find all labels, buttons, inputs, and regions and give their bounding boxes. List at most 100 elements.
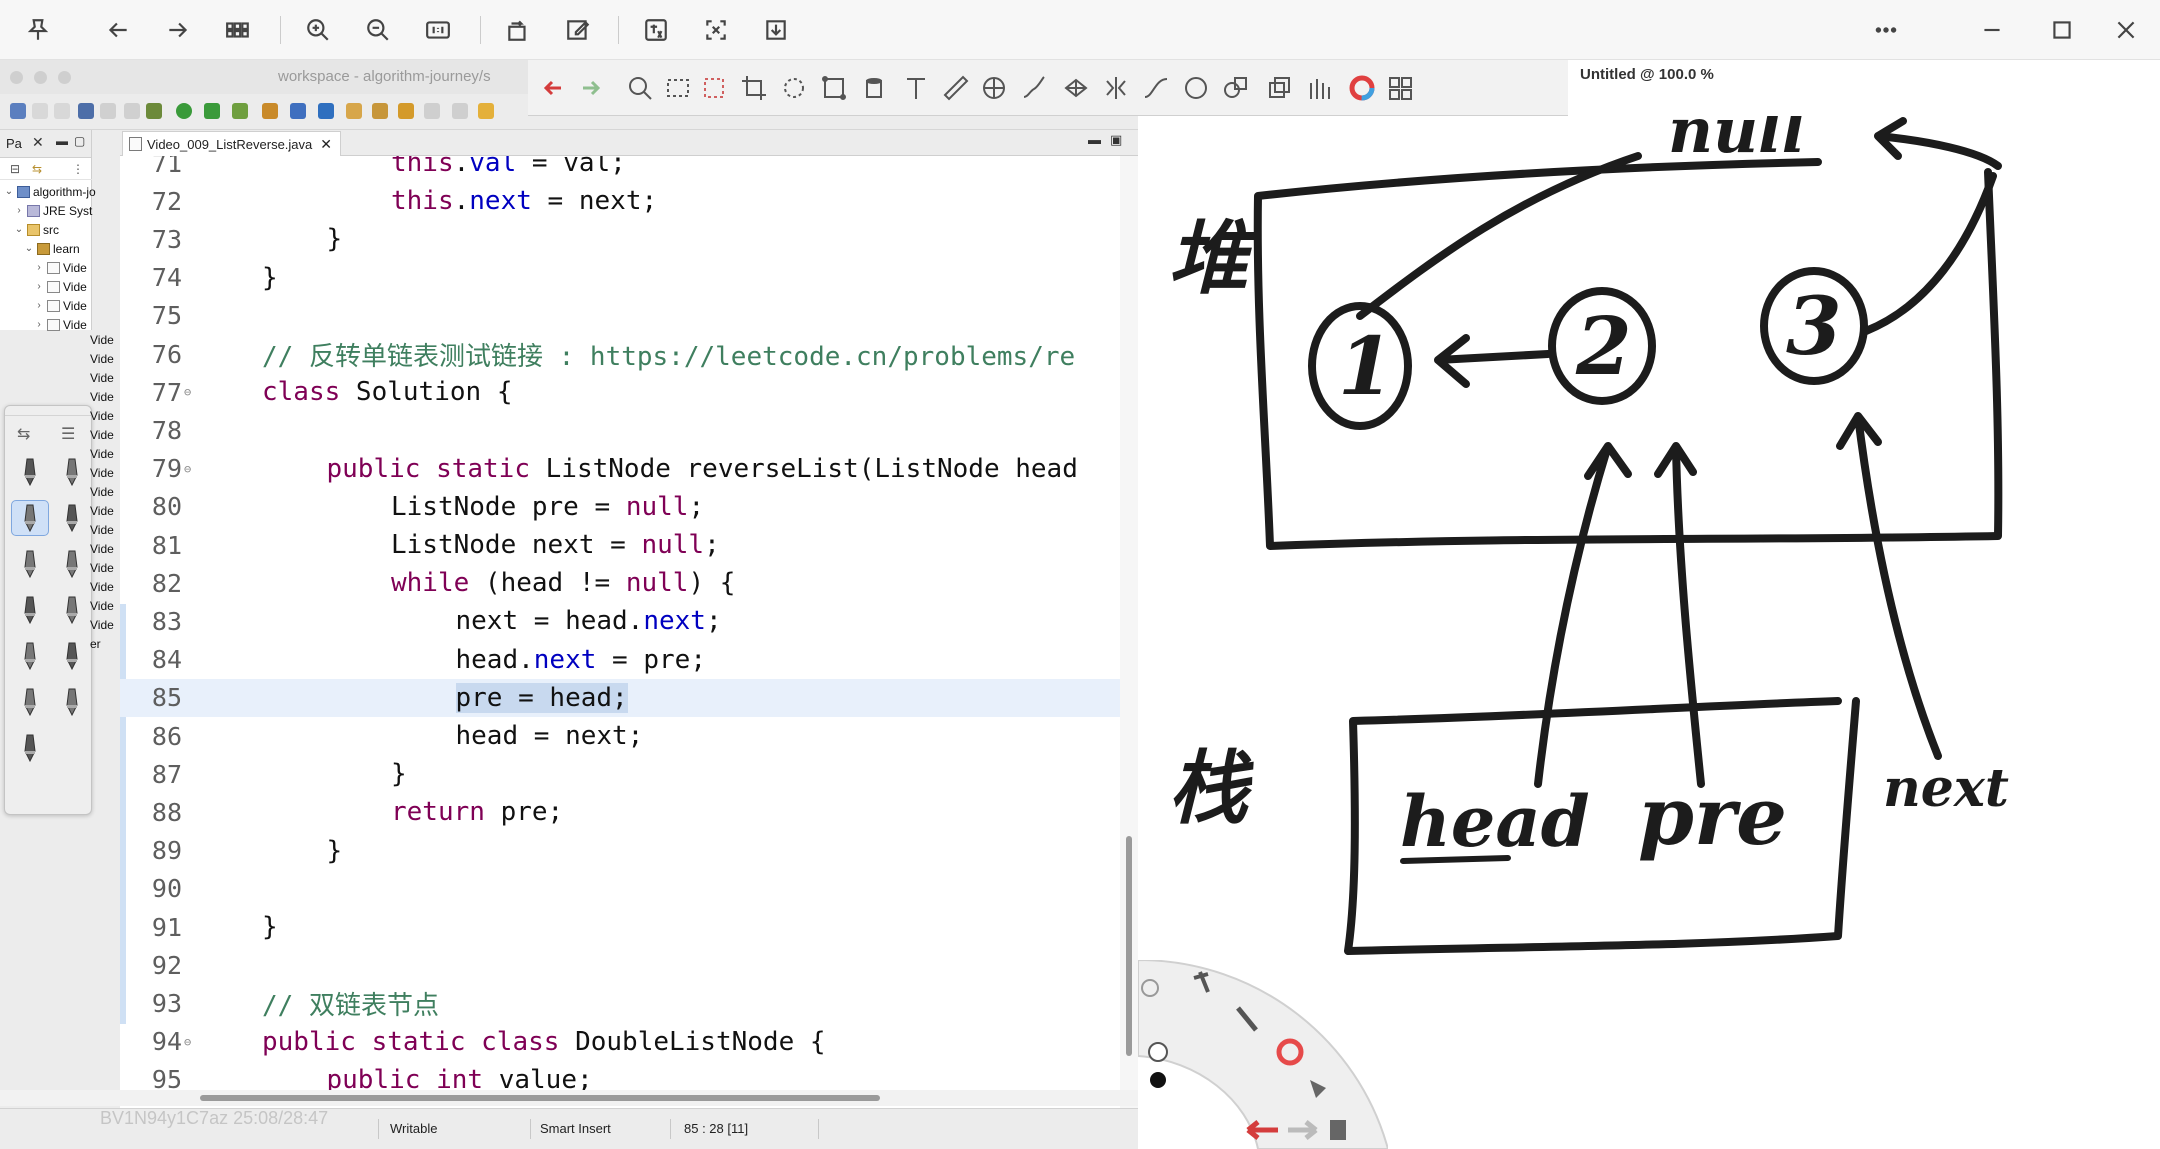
code-line[interactable]: 85 pre = head; <box>120 678 1120 717</box>
ink-color-icon[interactable] <box>1150 1072 1166 1088</box>
transform-icon[interactable] <box>818 72 850 104</box>
tree-item[interactable]: › JRE Syst <box>14 201 92 220</box>
tree-item-label[interactable]: Vide <box>90 368 114 387</box>
chevron-down-icon[interactable]: ⌄ <box>14 224 24 235</box>
tree-item-label[interactable]: Vide <box>90 349 114 368</box>
tree-item[interactable]: ⌄ src <box>14 220 59 239</box>
drop-icon[interactable] <box>53 638 91 674</box>
chevron-right-icon[interactable]: › <box>34 300 44 311</box>
chevron-right-icon[interactable]: › <box>34 281 44 292</box>
technical-pen-icon[interactable] <box>53 546 91 582</box>
close-icon[interactable] <box>2106 10 2146 50</box>
debug-icon[interactable] <box>146 103 162 119</box>
fold-toggle-icon[interactable]: ⊖ <box>184 1035 191 1049</box>
code-line[interactable]: 89} <box>120 832 1120 870</box>
minimize-editor-icon[interactable]: ▬ <box>1088 132 1101 147</box>
new-icon[interactable] <box>10 103 26 119</box>
translate-icon[interactable] <box>636 10 676 50</box>
code-line[interactable]: 76 // 反转单链表测试链接 : https://leetcode.cn/pro… <box>120 335 1120 373</box>
tree-item[interactable]: ⌄ algorithm-jo <box>4 182 96 201</box>
chisel-icon[interactable] <box>11 684 49 720</box>
code-line[interactable]: 84 head.next = pre; <box>120 641 1120 679</box>
close-icon[interactable]: ✕ <box>320 136 332 153</box>
layers-icon[interactable] <box>1264 72 1296 104</box>
coverage-icon[interactable] <box>204 103 220 119</box>
tree-item-label[interactable]: er <box>90 634 101 653</box>
search-file-icon[interactable] <box>398 103 414 119</box>
select-icon[interactable] <box>778 72 810 104</box>
code-line[interactable]: 73} <box>120 220 1120 258</box>
terminal-icon[interactable] <box>78 103 94 119</box>
link-editor-icon[interactable]: ⇆ <box>32 162 42 176</box>
palette-handle[interactable] <box>5 406 93 416</box>
pencil-icon[interactable] <box>53 500 91 536</box>
window-close-dot[interactable] <box>10 71 23 84</box>
rotate-icon[interactable] <box>498 10 538 50</box>
horizontal-scrollbar[interactable] <box>0 1090 1138 1106</box>
external-tools-icon[interactable] <box>232 103 248 119</box>
code-line[interactable]: 91} <box>120 908 1120 946</box>
tree-item-label[interactable]: Vide <box>90 387 114 406</box>
color-wheel-icon[interactable] <box>1346 72 1378 104</box>
code-line[interactable]: 88 return pre; <box>120 793 1120 831</box>
marquee-icon[interactable] <box>662 72 694 104</box>
zoom-in-icon[interactable] <box>298 10 338 50</box>
brush-icon[interactable] <box>1018 72 1050 104</box>
tree-item[interactable]: › Vide <box>34 277 86 296</box>
tree-item-label[interactable]: Vide <box>90 615 114 634</box>
code-line[interactable]: 90 <box>120 870 1120 908</box>
code-line[interactable]: 82 while (head != null) { <box>120 564 1120 602</box>
search-icon[interactable] <box>124 103 140 119</box>
tree-item-label[interactable]: Vide <box>90 425 114 444</box>
code-line[interactable]: 93 // 双链表节点 <box>120 984 1120 1022</box>
pen-size-icon[interactable] <box>1148 1042 1168 1062</box>
code-line[interactable]: 74} <box>120 259 1120 297</box>
shapes-icon[interactable] <box>1220 72 1252 104</box>
calligraphy-icon[interactable] <box>11 592 49 628</box>
fold-toggle-icon[interactable]: ⊖ <box>184 462 191 476</box>
curve-icon[interactable] <box>1140 72 1172 104</box>
chevron-down-icon[interactable]: ⌄ <box>24 243 34 254</box>
chevron-right-icon[interactable]: › <box>34 262 44 273</box>
crop-icon[interactable] <box>738 72 770 104</box>
tree-item-label[interactable]: Vide <box>90 330 114 349</box>
magnifier-icon[interactable] <box>624 72 656 104</box>
tree-item-label[interactable]: Vide <box>90 596 114 615</box>
list-icon[interactable]: ☰ <box>61 424 75 444</box>
close-icon[interactable]: ✕ <box>32 134 44 151</box>
window-zoom-dot[interactable] <box>58 71 71 84</box>
actual-size-icon[interactable] <box>418 10 458 50</box>
maximize-icon[interactable] <box>2042 10 2082 50</box>
tools-icon[interactable] <box>1304 72 1336 104</box>
grid-icon[interactable] <box>1060 72 1092 104</box>
code-line[interactable]: 71 this.val = val; <box>120 156 1120 182</box>
tree-item-label[interactable]: Vide <box>90 558 114 577</box>
symmetry-icon[interactable] <box>978 72 1010 104</box>
lasso-icon[interactable] <box>698 72 730 104</box>
bucket-icon[interactable] <box>858 72 890 104</box>
chevron-right-icon[interactable]: › <box>14 205 24 216</box>
minimize-view-icon[interactable]: ▬ <box>56 134 68 148</box>
new-class-icon[interactable] <box>290 103 306 119</box>
open-type-icon[interactable] <box>346 103 362 119</box>
code-line[interactable]: 92 <box>120 946 1120 984</box>
vertical-scrollbar-thumb[interactable] <box>1126 836 1132 1056</box>
more-icon[interactable] <box>1866 10 1906 50</box>
window-minimize-dot[interactable] <box>34 71 47 84</box>
tree-item-label[interactable]: Vide <box>90 501 114 520</box>
forward-icon[interactable] <box>158 10 198 50</box>
code-area[interactable]: 71 this.val = val; 72 this.next = next; 73} 7… <box>120 156 1120 1096</box>
undo-icon[interactable] <box>538 72 570 104</box>
back-icon[interactable] <box>98 10 138 50</box>
save-all-icon[interactable] <box>54 103 70 119</box>
maximize-editor-icon[interactable]: ▣ <box>1110 132 1122 148</box>
code-line[interactable]: 72 this.next = next; <box>120 182 1120 220</box>
collapse-all-icon[interactable]: ⊟ <box>10 162 20 176</box>
new-interface-icon[interactable] <box>318 103 334 119</box>
pen-icon[interactable] <box>11 454 49 490</box>
tree-item[interactable]: ⌄ learn <box>24 239 80 258</box>
tree-item-label[interactable]: Vide <box>90 577 114 596</box>
editor-tab[interactable]: Video_009_ListReverse.java ✕ <box>122 131 341 156</box>
redo-icon[interactable] <box>576 72 608 104</box>
code-line[interactable]: 79 ⊖ public static ListNode reverseList(Li… <box>120 450 1120 488</box>
